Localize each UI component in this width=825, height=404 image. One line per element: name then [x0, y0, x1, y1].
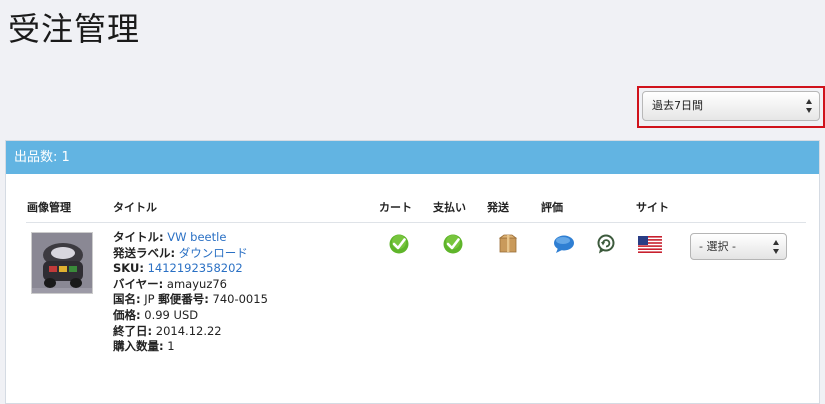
detail-end-date-row: 終了日: 2014.12.22: [113, 323, 222, 338]
period-select[interactable]: 過去7日間: [642, 91, 820, 121]
buyer-value: amayuz76: [166, 276, 227, 291]
zip-value: 740-0015: [212, 292, 268, 307]
speech-bubble-icon[interactable]: [553, 234, 574, 254]
end-date-value: 2014.12.22: [155, 323, 222, 338]
detail-buyer-row: バイヤー: amayuz76: [113, 276, 227, 291]
listing-count-header: 出品数: 1: [6, 141, 819, 174]
col-header-image: 画像管理: [27, 201, 71, 214]
sku-link[interactable]: 1412192358202: [148, 261, 243, 275]
col-header-title: タイトル: [113, 201, 157, 214]
reply-icon[interactable]: [596, 234, 616, 254]
cart-check-icon[interactable]: [389, 234, 409, 254]
detail-country-row: 国名: JP 郵便番号: 740-0015: [113, 292, 268, 307]
country-value: JP: [144, 292, 155, 307]
col-header-cart: カート: [379, 201, 412, 214]
table-header-divider: [26, 222, 806, 223]
col-header-shipping: 発送: [487, 201, 509, 214]
us-flag-icon: [638, 236, 662, 253]
action-select-value: - 選択 -: [699, 240, 736, 253]
detail-title-row: タイトル: VW beetle: [113, 230, 227, 244]
detail-price-row: 価格: 0.99 USD: [113, 307, 199, 322]
item-title-link[interactable]: VW beetle: [167, 230, 226, 244]
orders-panel: 出品数: 1 画像管理 タイトル カート 支払い 発送 評価 サイト タイトル:…: [5, 140, 820, 404]
col-header-site: サイト: [636, 201, 669, 214]
page-title: 受注管理: [8, 10, 141, 48]
shipping-label-download-link[interactable]: ダウンロード: [179, 246, 248, 260]
col-header-feedback: 評価: [541, 201, 563, 214]
period-select-value: 過去7日間: [652, 99, 703, 112]
detail-quantity-row: 購入数量: 1: [113, 339, 175, 354]
action-select[interactable]: - 選択 -: [690, 233, 787, 260]
payment-check-icon[interactable]: [443, 234, 463, 254]
item-thumbnail[interactable]: [31, 232, 93, 294]
col-header-payment: 支払い: [433, 201, 466, 214]
quantity-value: 1: [167, 339, 175, 354]
select-arrows-icon: [773, 240, 780, 254]
period-filter-highlight: 過去7日間: [637, 86, 825, 128]
detail-label-row: 発送ラベル: ダウンロード: [113, 245, 248, 260]
detail-sku-row: SKU: 1412192358202: [113, 261, 243, 276]
order-details: タイトル: VW beetle 発送ラベル: ダウンロード SKU: 14121…: [113, 230, 268, 355]
package-icon[interactable]: [498, 234, 518, 254]
select-arrows-icon: [806, 99, 813, 113]
price-value: 0.99 USD: [144, 307, 199, 322]
